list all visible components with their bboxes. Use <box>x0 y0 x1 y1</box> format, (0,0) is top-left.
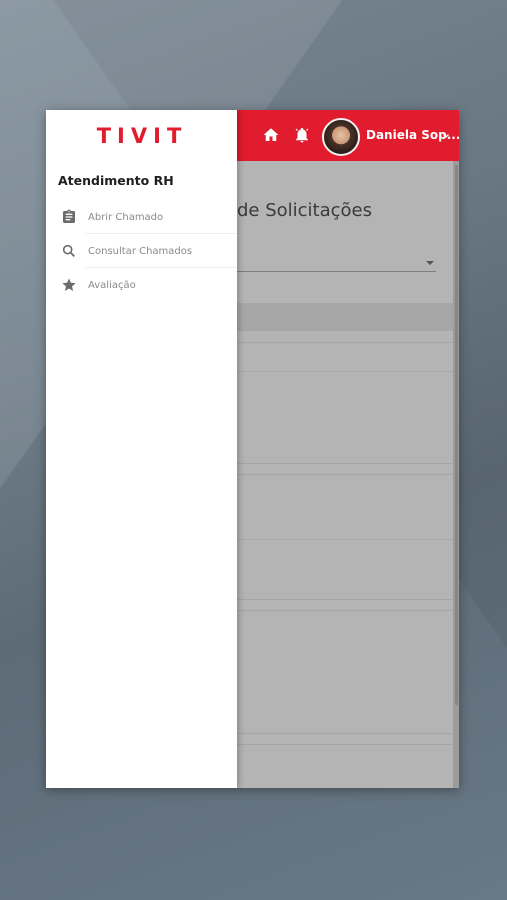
home-icon[interactable] <box>260 124 282 146</box>
scrollbar-thumb[interactable] <box>455 165 458 705</box>
star-icon <box>60 276 78 294</box>
menu-item-consultar-chamados[interactable]: Consultar Chamados <box>46 234 237 268</box>
menu-item-avaliacao[interactable]: Avaliação <box>46 268 237 302</box>
dropdown-arrow-icon[interactable] <box>426 261 434 265</box>
svg-text:TIVIT: TIVIT <box>97 126 188 146</box>
tivit-logo: TIVIT <box>97 126 188 146</box>
bell-icon[interactable] <box>291 124 313 146</box>
menu-item-label: Consultar Chamados <box>88 245 193 257</box>
scrollbar[interactable] <box>453 161 459 788</box>
chevron-down-icon[interactable] <box>440 127 452 146</box>
avatar[interactable] <box>322 118 360 156</box>
app-screen: Daniela Sop... de Solicitações TIVIT Ate… <box>46 110 459 788</box>
menu-item-abrir-chamado[interactable]: Abrir Chamado <box>46 200 237 234</box>
page-title: de Solicitações <box>237 200 373 221</box>
navigation-drawer: TIVIT Atendimento RH Abrir Chamado Consu… <box>46 110 237 788</box>
drawer-section-title: Atendimento RH <box>58 173 174 188</box>
search-icon <box>60 242 78 260</box>
menu-item-label: Abrir Chamado <box>88 211 164 223</box>
menu-item-label: Avaliação <box>88 279 136 291</box>
clipboard-icon <box>60 208 78 226</box>
